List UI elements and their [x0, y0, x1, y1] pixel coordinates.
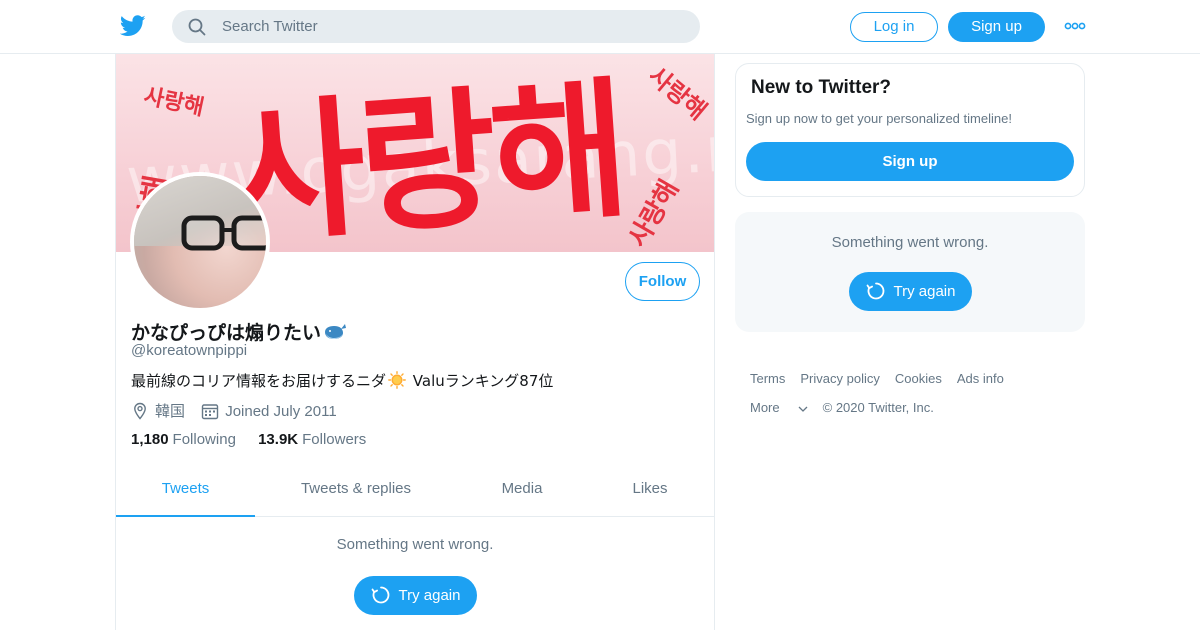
profile-handle: @koreatownpippi — [131, 342, 248, 359]
profile-name: かなぴっぴは煽りたい — [131, 318, 347, 345]
more-options-icon[interactable] — [1064, 20, 1086, 32]
timeline-try-again-button[interactable]: Try again — [354, 576, 477, 615]
footer-more-menu[interactable]: More — [750, 400, 808, 415]
search-icon — [188, 18, 206, 36]
followers-label: Followers — [302, 431, 367, 448]
tab-media[interactable]: Media — [482, 472, 562, 517]
profile-column: www.ogaksarang.net 사랑해 사랑해 사랑해 사랑해 사랑해 F… — [115, 54, 715, 630]
profile-stats: 1,180 Following 13.9K Followers — [131, 431, 384, 448]
location-pin-icon — [134, 402, 146, 420]
bio-text: 最前線のコリア情報をお届けするニダ — [131, 372, 387, 390]
try-again-label: Try again — [398, 587, 461, 604]
profile-joined-date: Joined July 2011 — [225, 403, 337, 420]
footer-copyright: © 2020 Twitter, Inc. — [822, 400, 934, 415]
footer-more-label: More — [750, 400, 780, 415]
following-label: Following — [172, 431, 236, 448]
footer-link-cookies[interactable]: Cookies — [895, 371, 942, 386]
sidebar-error-message: Something went wrong. — [831, 234, 989, 251]
tab-tweets[interactable]: Tweets — [116, 472, 255, 517]
tab-tweets-and-replies[interactable]: Tweets & replies — [266, 472, 446, 517]
followers-link[interactable]: 13.9K Followers — [258, 431, 366, 448]
whale-emoji-icon — [325, 324, 347, 339]
try-again-label: Try again — [893, 283, 956, 300]
banner-small-text: 사랑해 — [141, 83, 207, 121]
avatar[interactable] — [130, 172, 270, 312]
sidebar-sign-up-button[interactable]: Sign up — [746, 142, 1074, 181]
profile-meta: 韓国 Joined July 2011 — [131, 400, 349, 421]
search-input[interactable] — [222, 10, 682, 43]
twitter-bird-icon[interactable] — [120, 14, 146, 38]
calendar-icon — [201, 404, 219, 420]
refresh-icon — [371, 586, 389, 604]
footer-link-ads-info[interactable]: Ads info — [957, 371, 1004, 386]
timeline-error-message: Something went wrong. — [336, 536, 494, 553]
following-link[interactable]: 1,180 Following — [131, 431, 236, 448]
footer-link-privacy[interactable]: Privacy policy — [800, 371, 879, 386]
signup-card-subtitle: Sign up now to get your personalized tim… — [746, 111, 1012, 126]
followers-count: 13.9K — [258, 431, 299, 448]
search-bar[interactable] — [172, 10, 700, 43]
signup-card-title: New to Twitter? — [751, 77, 892, 98]
profile-location: 韓国 — [155, 403, 186, 420]
following-count: 1,180 — [131, 431, 169, 448]
footer-link-terms[interactable]: Terms — [750, 371, 785, 386]
footer-links: Terms Privacy policy Cookies Ads info More ©… — [750, 364, 1080, 422]
sidebar-error-card: Something went wrong. Try again — [735, 212, 1085, 332]
tab-likes[interactable]: Likes — [614, 472, 686, 517]
banner-headline: 사랑해 — [221, 63, 629, 252]
profile-tabs: Tweets Tweets & replies Media Likes — [116, 472, 714, 517]
profile-name-text: かなぴっぴは煽りたい — [131, 322, 322, 344]
bio-text-rank: Valuランキング87位 — [408, 372, 554, 390]
sign-up-button[interactable]: Sign up — [948, 12, 1045, 42]
new-to-twitter-card: New to Twitter? Sign up now to get your … — [735, 63, 1085, 197]
top-navigation-bar: Log in Sign up — [0, 0, 1200, 54]
sidebar-try-again-button[interactable]: Try again — [849, 272, 972, 311]
refresh-icon — [866, 282, 884, 300]
profile-bio: 最前線のコリア情報をお届けするニダ Valuランキング87位 — [131, 370, 553, 391]
follow-button[interactable]: Follow — [625, 262, 700, 301]
log-in-button[interactable]: Log in — [850, 12, 938, 42]
sun-emoji-icon — [388, 371, 406, 389]
chevron-down-icon — [798, 406, 808, 412]
glasses-icon — [181, 215, 266, 251]
